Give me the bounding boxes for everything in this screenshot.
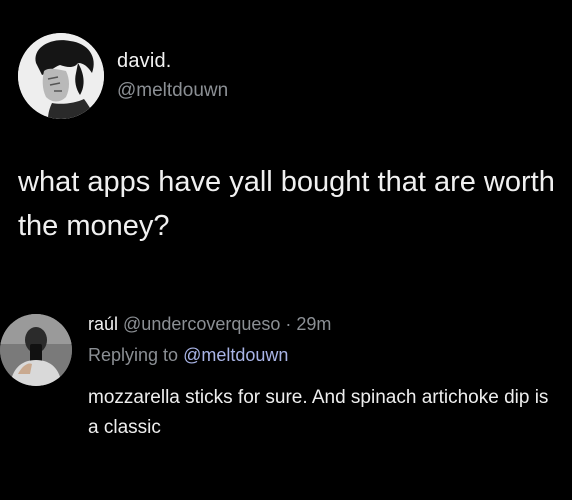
reply-author-name[interactable]: raúl	[88, 314, 118, 334]
replying-to-mention[interactable]: @meltdouwn	[183, 345, 288, 365]
reply-separator: ·	[280, 314, 297, 334]
author-handle[interactable]: @meltdouwn	[117, 80, 228, 102]
tweet-text: what apps have yall bought that are wort…	[18, 166, 555, 242]
reply-time[interactable]: 29m	[296, 314, 331, 334]
reply-author-handle[interactable]: @undercoverqueso	[123, 314, 280, 334]
reply-text: mozzarella sticks for sure. And spinach …	[88, 387, 549, 438]
author-avatar-image	[18, 33, 104, 119]
reply-avatar[interactable]	[0, 314, 72, 386]
replying-prefix: Replying to	[88, 345, 184, 365]
reply-avatar-image	[0, 314, 72, 386]
author-avatar[interactable]	[18, 33, 104, 119]
author-name[interactable]: david.	[117, 50, 172, 73]
reply-header: raúl @undercoverqueso · 29m	[88, 314, 331, 335]
tweet-card: david. @meltdouwn what apps have yall bo…	[0, 0, 572, 500]
replying-to-line: Replying to @meltdouwn	[88, 345, 288, 366]
